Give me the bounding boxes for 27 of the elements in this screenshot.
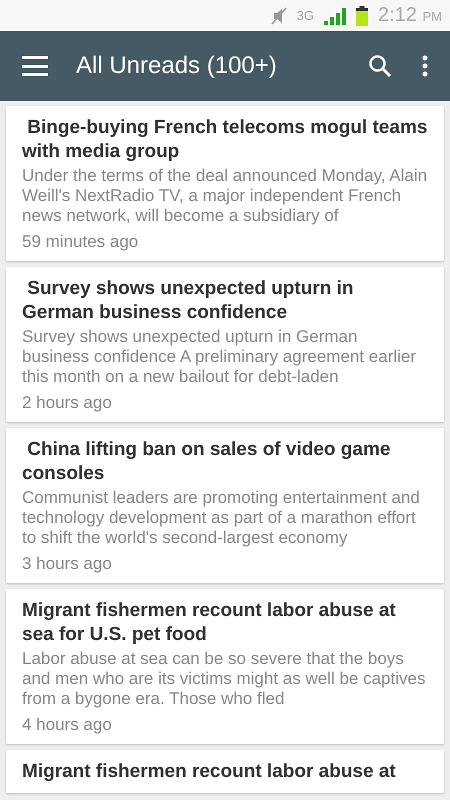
mute-icon bbox=[270, 6, 287, 26]
article-title: Survey shows unexpected upturn in German business confidence bbox=[22, 277, 355, 325]
search-icon[interactable] bbox=[368, 54, 392, 78]
article-summary: Communist leaders are promoting entertainment and technology development as part of a marathon effort to shift the world's second-largest economy bbox=[22, 488, 421, 548]
article-summary: Under the terms of the deal announced Monday, Alain Weill's NextRadio TV, a major independent French news network, will become a subsidiary of bbox=[22, 166, 428, 226]
article-time: 3 hours ago bbox=[22, 554, 113, 574]
article-title: Migrant fishermen recount labor abuse at bbox=[22, 760, 397, 784]
battery-icon bbox=[356, 6, 368, 26]
menu-icon[interactable] bbox=[22, 56, 48, 76]
article-card[interactable] bbox=[6, 267, 444, 422]
article-time: 59 minutes ago bbox=[22, 232, 140, 252]
article-card[interactable] bbox=[6, 589, 444, 744]
article-card[interactable] bbox=[6, 106, 444, 261]
article-summary: Labor abuse at sea can be so severe that the boys and men who are its victims might as well be captives from a bygone era. Those who fled bbox=[22, 649, 426, 709]
network-type: 3G bbox=[296, 6, 314, 25]
clock: 2:12 PM bbox=[378, 4, 442, 28]
article-card[interactable] bbox=[6, 428, 444, 583]
article-title: Migrant fishermen recount labor abuse at sea for U.S. pet food bbox=[22, 599, 397, 647]
article-time: 4 hours ago bbox=[22, 715, 113, 735]
signal-icon bbox=[324, 6, 346, 24]
article-title: China lifting ban on sales of video game consoles bbox=[22, 438, 392, 486]
toolbar-title: All Unreads (100+) bbox=[76, 51, 278, 81]
article-summary: Survey shows unexpected upturn in German business confidence A preliminary agreement earlier this month on a new bailout for debt-laden bbox=[22, 327, 418, 387]
article-title: Binge-buying French telecoms mogul teams with media group bbox=[22, 116, 428, 164]
article-time: 2 hours ago bbox=[22, 393, 113, 413]
more-icon[interactable] bbox=[422, 55, 428, 77]
article-card[interactable]: Migrant fishermen recount labor abuse at bbox=[6, 750, 444, 793]
